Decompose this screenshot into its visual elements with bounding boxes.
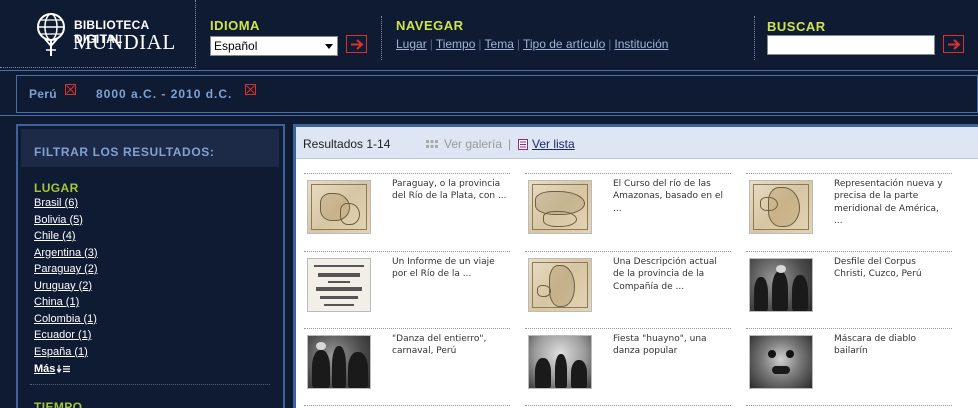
result-thumbnail[interactable] [307,258,371,312]
nav-separator: | [478,37,482,51]
lugar-item[interactable]: Brasil (6) [34,197,98,214]
result-caption[interactable]: Desfile del Corpus Christi, Cuzco, Perú [834,256,949,281]
sidebar-divider [30,384,270,385]
result-caption[interactable]: "Danza del entierro", carnaval, Perú [392,333,507,358]
more-places-link[interactable]: Más [34,363,55,375]
search-input[interactable] [767,35,935,55]
filter-sidebar: FILTRAR LOS RESULTADOS: LUGAR Brasil (6)… [16,124,285,408]
nav-separator: | [429,37,433,51]
result-item[interactable]: Paraguay, o la provincia del Río de la P… [304,173,510,245]
nav-link-institucion[interactable]: Institución [614,37,668,51]
arrow-right-icon [948,39,961,50]
gallery-view-link[interactable]: Ver galería [444,137,502,151]
lugar-item[interactable]: Bolivia (5) [34,214,98,231]
result-item[interactable]: Una Descripción actual de la provincia d… [525,251,731,323]
lugar-item[interactable]: Ecuador (1) [34,329,98,346]
results-content: Resultados 1-14 Ver galería | Ver lista … [296,127,978,408]
header-divider [381,16,382,60]
results-toolbar: Resultados 1-14 Ver galería | Ver lista [296,127,978,159]
list-view-link[interactable]: Ver lista [532,137,575,151]
navegar-heading: NAVEGAR [396,18,464,33]
site-header: BIBLIOTECA DIGITAL MUNDIAL IDIOMA Españo… [0,0,978,68]
remove-filter-icon[interactable] [65,84,76,95]
active-filters-bar: Perú 8000 a.C. - 2010 d.C. [0,70,978,116]
buscar-heading: BUSCAR [767,19,826,34]
result-caption[interactable]: Un Informe de un viaje por el Río de la … [392,256,507,281]
nav-link-tipo-de-articulo[interactable]: Tipo de artículo [523,37,605,51]
language-go-button[interactable] [346,35,367,53]
idioma-heading: IDIOMA [210,18,260,33]
result-caption[interactable]: Máscara de diablo bailarín [834,333,949,358]
logo[interactable]: BIBLIOTECA DIGITAL MUNDIAL [0,0,196,68]
lugar-heading: LUGAR [34,181,79,195]
result-caption[interactable]: Representación nueva y precisa de la par… [834,178,949,227]
result-item[interactable]: "Danza del entierro", carnaval, Perú [304,328,510,400]
result-thumbnail[interactable] [749,180,813,234]
result-caption[interactable]: Fiesta "huayno", una danza popular [613,333,728,358]
lugar-item[interactable]: Colombia (1) [34,313,98,330]
lugar-item[interactable]: China (1) [34,296,98,313]
sidebar-header: FILTRAR LOS RESULTADOS: [21,129,279,167]
result-item[interactable]: Máscara de diablo bailarín [746,328,952,400]
nav-separator: | [516,37,520,51]
result-item[interactable]: Fiesta "huayno", una danza popular [525,328,731,400]
nav-link-tema[interactable]: Tema [485,37,514,51]
result-caption[interactable]: El Curso del río de las Amazonas, basado… [613,178,728,215]
nav-separator: | [608,37,612,51]
lugar-item[interactable]: Paraguay (2) [34,263,98,280]
result-item[interactable]: Desfile del Corpus Christi, Cuzco, Perú [746,251,952,323]
result-thumbnail[interactable] [749,335,813,389]
expand-list-icon[interactable] [57,365,71,373]
filter-place: Perú [29,87,57,101]
globe-lightbulb-icon [37,13,65,56]
result-thumbnail[interactable] [749,258,813,312]
result-thumbnail[interactable] [307,180,371,234]
language-select[interactable]: Español [210,36,338,56]
result-item[interactable]: Un Informe de un viaje por el Río de la … [304,251,510,323]
lugar-item[interactable]: Argentina (3) [34,247,98,264]
result-caption[interactable]: Una Descripción actual de la provincia d… [613,256,728,293]
nav-link-lugar[interactable]: Lugar [396,37,427,51]
sidebar-title: FILTRAR LOS RESULTADOS: [34,145,215,159]
result-thumbnail[interactable] [528,258,592,312]
arrow-right-icon [351,39,364,50]
tiempo-heading: TIEMPO [34,400,83,408]
chevron-down-icon [325,44,333,49]
result-caption[interactable]: Paraguay, o la provincia del Río de la P… [392,178,507,203]
list-view-icon [518,139,528,150]
gallery-grid-icon [426,140,438,148]
language-select-value: Español [214,39,258,53]
lugar-item[interactable]: Uruguay (2) [34,280,98,297]
header-divider [754,16,755,60]
result-item[interactable]: El Curso del río de las Amazonas, basado… [525,173,731,245]
nav-link-tiempo[interactable]: Tiempo [436,37,476,51]
results-panel: Resultados 1-14 Ver galería | Ver lista … [293,124,978,408]
logo-text-line2: MUNDIAL [73,30,176,54]
result-item[interactable]: Representación nueva y precisa de la par… [746,173,952,245]
result-thumbnail[interactable] [528,335,592,389]
view-separator: | [508,137,512,151]
filter-date-range: 8000 a.C. - 2010 d.C. [96,87,233,101]
lugar-item[interactable]: España (1) [34,346,98,363]
result-thumbnail[interactable] [307,335,371,389]
search-go-button[interactable] [943,35,964,53]
result-thumbnail[interactable] [528,180,592,234]
lugar-item[interactable]: Chile (4) [34,230,98,247]
lugar-list: Brasil (6) Bolivia (5) Chile (4) Argenti… [34,197,98,362]
results-count: Resultados 1-14 [303,137,391,151]
remove-filter-icon[interactable] [245,84,256,95]
browse-nav: Lugar | Tiempo | Tema | Tipo de artículo | Insti… [396,37,668,51]
